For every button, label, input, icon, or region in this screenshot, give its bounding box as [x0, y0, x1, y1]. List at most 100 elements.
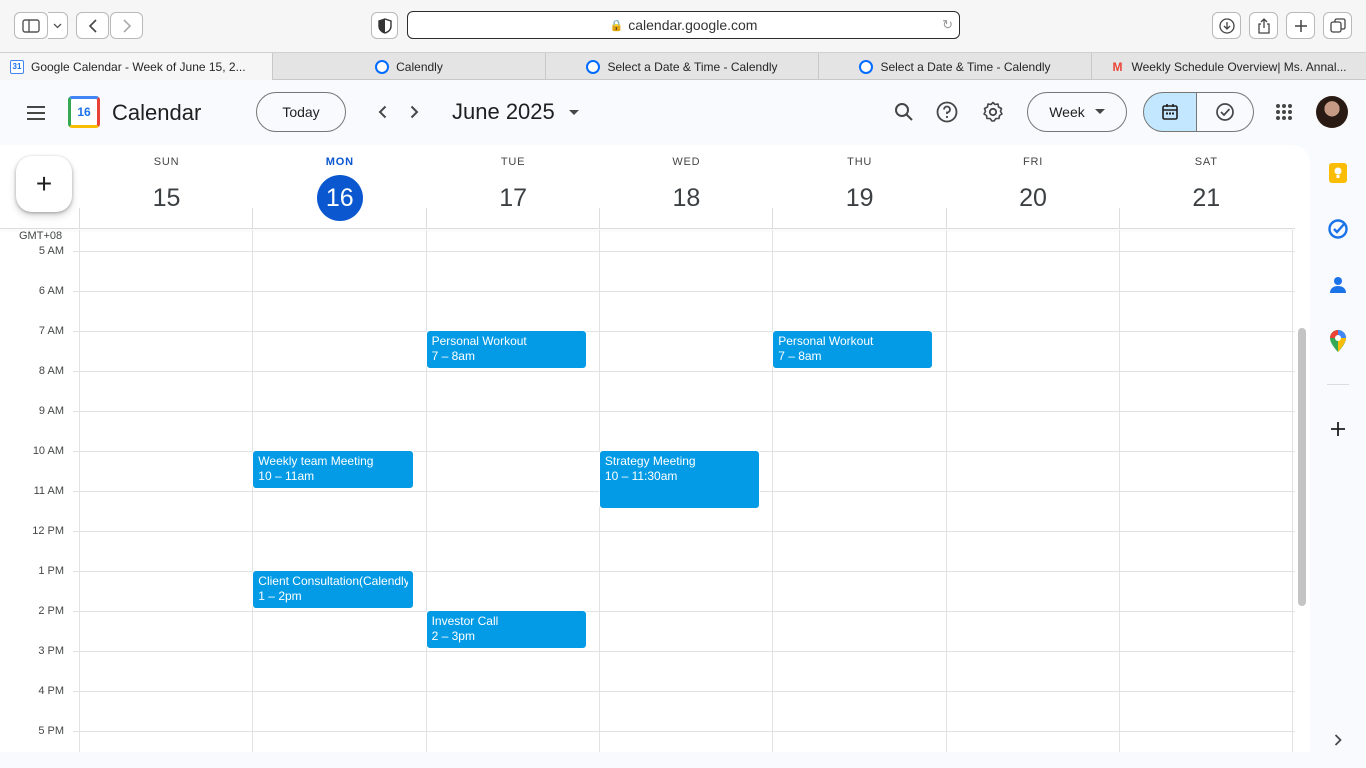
next-week-icon[interactable] [402, 100, 426, 124]
calendar-event[interactable]: Client Consultation(Calendly) 1 – 2pm [252, 570, 414, 609]
new-tab-icon[interactable] [1286, 12, 1315, 39]
hour-label: 4 PM [38, 685, 64, 697]
hour-label: 10 AM [32, 445, 64, 457]
expand-panel-icon[interactable] [1326, 728, 1350, 752]
dropdown-arrow-icon [568, 110, 579, 116]
scrollbar-thumb[interactable] [1298, 328, 1306, 606]
share-icon[interactable] [1249, 12, 1278, 39]
day-number[interactable]: 17 [490, 175, 536, 221]
event-title: Investor Call [431, 614, 499, 628]
day-column-line [945, 230, 947, 752]
dropdown-arrow-icon [1094, 109, 1105, 114]
browser-tab-calendly-select-2[interactable]: Select a Date & Time - Calendly [819, 53, 1092, 80]
task-check-icon [1216, 103, 1234, 121]
day-column-line [252, 230, 254, 752]
lock-icon: 🔒 [609, 19, 624, 32]
day-header-sat[interactable]: SAT 21 [1120, 145, 1293, 227]
browser-tab-calendly[interactable]: Calendly [273, 53, 546, 80]
sidebar-toggle-icon[interactable] [14, 12, 48, 39]
previous-week-icon[interactable] [370, 100, 394, 124]
app-title[interactable]: Calendar [112, 100, 201, 126]
month-picker[interactable]: June 2025 [452, 99, 579, 125]
tab-overview-icon[interactable] [1323, 12, 1352, 39]
hour-line [73, 731, 1295, 732]
contacts-icon[interactable] [1326, 273, 1350, 297]
day-number[interactable]: 16 [316, 175, 363, 221]
day-header-sun[interactable]: SUN 15 [80, 145, 253, 227]
event-time: 1 – 2pm [258, 589, 302, 603]
event-title: Strategy Meeting [604, 454, 696, 468]
google-calendar-icon: 31 [10, 59, 24, 74]
hour-label: 9 AM [38, 405, 64, 417]
header-divider [0, 228, 1295, 229]
browser-tab-gmail[interactable]: M Weekly Schedule Overview| Ms. Annal... [1092, 53, 1365, 80]
day-number[interactable]: 15 [144, 175, 190, 221]
day-number[interactable]: 18 [663, 175, 709, 221]
address-bar[interactable]: 🔒 calendar.google.com ↻ [407, 11, 960, 39]
sidebar-menu-chevron-icon[interactable] [48, 12, 68, 39]
calendar-event[interactable]: Strategy Meeting 10 – 11:30am [598, 450, 761, 509]
day-of-week: THU [847, 156, 873, 168]
event-time: 10 – 11:30am [604, 469, 678, 483]
hour-label: 11 AM [33, 485, 64, 497]
calendar-event[interactable]: Personal Workout 7 – 8am [772, 330, 934, 369]
hour-line [73, 371, 1295, 372]
hour-label: 3 PM [38, 645, 64, 657]
calendar-icon [1162, 104, 1178, 120]
day-of-week: TUE [500, 156, 526, 168]
forward-button[interactable] [110, 12, 143, 39]
calendar-event[interactable]: Investor Call 2 – 3pm [425, 610, 587, 649]
side-divider [1327, 384, 1349, 385]
calendar-view-toggle[interactable] [1143, 92, 1197, 132]
privacy-shield-icon[interactable] [371, 12, 398, 39]
hour-label: 12 PM [32, 525, 64, 537]
day-column-line [1118, 230, 1120, 752]
keep-icon[interactable] [1326, 161, 1350, 185]
day-column-line [425, 230, 427, 752]
time-grid[interactable]: 5 AM 6 AM 7 AM 8 AM 9 AM 10 AM 11 AM 12 PM 1 PM 2… [0, 230, 1295, 752]
day-number[interactable]: 21 [1183, 175, 1229, 221]
day-header-mon[interactable]: MON 16 [253, 145, 426, 227]
help-icon[interactable] [935, 100, 959, 124]
hour-label: 6 AM [38, 285, 64, 297]
downloads-icon[interactable] [1212, 12, 1241, 39]
avatar[interactable] [1316, 96, 1348, 128]
tab-label: Select a Date & Time - Calendly [880, 59, 1051, 74]
column-tick [598, 208, 600, 228]
settings-gear-icon[interactable] [981, 100, 1005, 124]
reload-icon[interactable]: ↻ [942, 17, 953, 33]
day-of-week: MON [325, 156, 354, 168]
browser-toolbar: 🔒 calendar.google.com ↻ [0, 0, 1366, 52]
apps-grid-icon[interactable] [1272, 100, 1296, 124]
main-menu-icon[interactable] [24, 101, 48, 125]
tab-label: Google Calendar - Week of June 15, 2... [31, 59, 246, 74]
calendar-event[interactable]: Weekly team Meeting 10 – 11am [252, 450, 414, 489]
maps-icon[interactable] [1326, 329, 1350, 353]
day-number[interactable]: 20 [1010, 175, 1056, 221]
search-icon[interactable] [892, 100, 916, 124]
add-addon-icon[interactable] [1326, 417, 1350, 441]
column-tick [425, 208, 427, 228]
tasks-view-toggle[interactable] [1197, 92, 1254, 132]
day-header-wed[interactable]: WED 18 [600, 145, 773, 227]
tasks-icon[interactable] [1326, 217, 1350, 241]
back-button[interactable] [76, 12, 109, 39]
hour-label: 8 AM [38, 365, 64, 377]
tab-label: Calendly [396, 59, 443, 74]
day-of-week: SUN [153, 156, 180, 168]
day-column-line [772, 230, 774, 752]
day-header-thu[interactable]: THU 19 [773, 145, 946, 227]
browser-tab-google-calendar[interactable]: 31 Google Calendar - Week of June 15, 2.… [0, 53, 273, 80]
day-header-tue[interactable]: TUE 17 [427, 145, 600, 227]
view-selector[interactable]: Week [1027, 92, 1127, 132]
calendar-logo-icon[interactable]: 16 [68, 96, 100, 128]
today-button[interactable]: Today [256, 92, 346, 132]
hour-line [73, 411, 1295, 412]
day-header-fri[interactable]: FRI 20 [947, 145, 1120, 227]
hour-label: 2 PM [38, 605, 64, 617]
create-button[interactable]: + [16, 156, 72, 212]
browser-tab-calendly-select-1[interactable]: Select a Date & Time - Calendly [546, 53, 819, 80]
day-number[interactable]: 19 [837, 175, 883, 221]
calendar-event[interactable]: Personal Workout 7 – 8am [425, 330, 587, 369]
month-label: June 2025 [452, 99, 555, 124]
